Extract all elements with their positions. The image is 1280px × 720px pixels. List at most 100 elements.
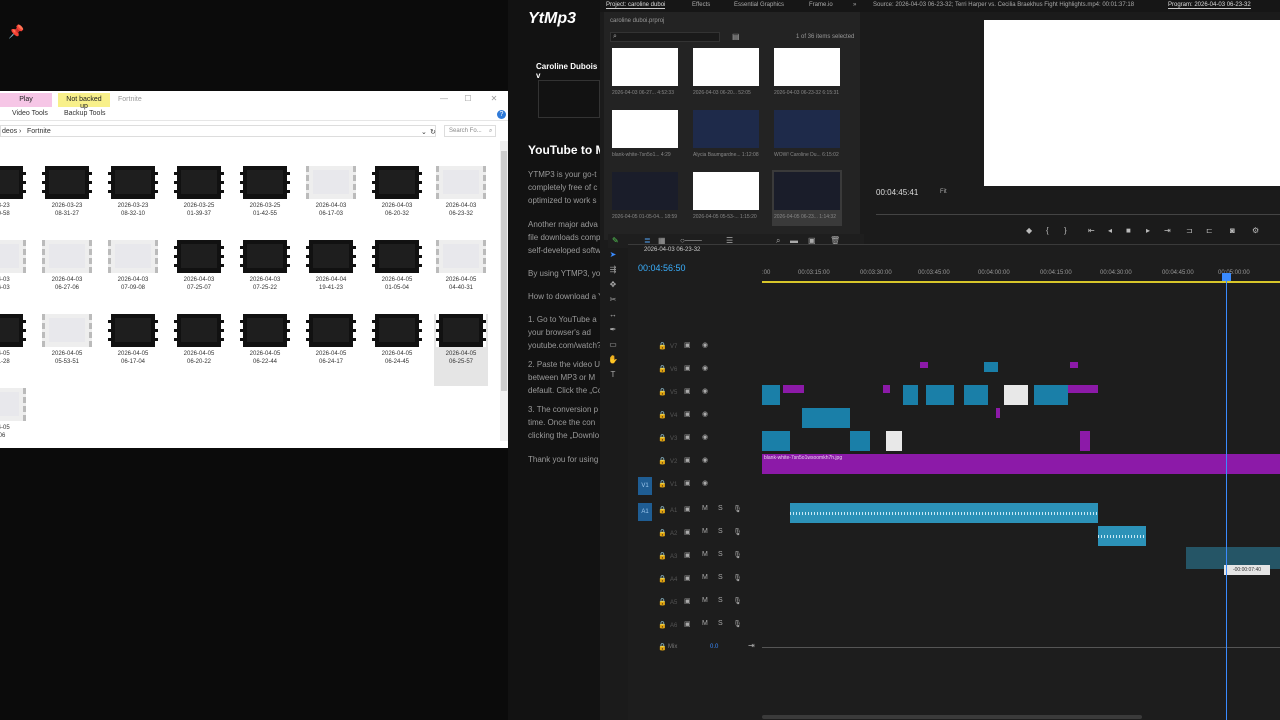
mute-button[interactable]: M [702, 505, 708, 512]
tab-frame-io[interactable]: Frame.io [809, 2, 833, 8]
file-tile[interactable]: 2026-04-05 06-24-45 [370, 314, 424, 386]
lock-icon[interactable]: 🔒 [658, 411, 667, 419]
file-tile[interactable]: 2026-04-04 19-41-23 [304, 240, 358, 312]
camera-icon[interactable]: ◙ [1230, 226, 1235, 235]
solo-button[interactable]: S [718, 551, 723, 558]
sync-lock-icon[interactable]: ▣ [684, 551, 691, 559]
video-clip[interactable]: blank-white-7sn5o1wsoomkh7h.jpg [762, 454, 1280, 474]
timeline-timecode[interactable]: 00:04:56:50 [638, 263, 686, 273]
sync-lock-icon[interactable]: ▣ [684, 505, 691, 513]
video-clip[interactable] [926, 385, 954, 405]
audio-clip[interactable] [1098, 526, 1146, 546]
video-clip[interactable] [903, 385, 918, 405]
sequence-name[interactable]: 2026-04-03 06-23-32 [644, 247, 700, 253]
file-tile[interactable]: 2026-04-03 06-20-32 [370, 166, 424, 238]
project-item[interactable]: 2026-04-05 05-53-... 1:15:20 [691, 170, 761, 226]
lock-icon[interactable]: 🔒 [658, 457, 667, 465]
sync-lock-icon[interactable]: ▣ [684, 410, 691, 418]
video-clip[interactable] [762, 385, 780, 405]
mute-button[interactable]: M [702, 597, 708, 604]
file-tile[interactable]: 2026-04-05 01-05-04 [370, 240, 424, 312]
play-context-tab[interactable]: Play [0, 93, 52, 107]
eye-icon[interactable]: ◉ [702, 387, 708, 395]
lock-icon[interactable]: 🔒 [658, 342, 667, 350]
go-to-end-icon[interactable]: ⇥ [748, 641, 755, 650]
file-tile[interactable]: 2026-04-05 04-40-31 [434, 240, 488, 312]
file-tile[interactable]: 2026-04-05 06-24-17 [304, 314, 358, 386]
file-tile[interactable]: -04-05 -41-28 [0, 314, 28, 386]
program-scrubber[interactable] [876, 214, 1280, 215]
lock-icon[interactable]: 🔒 [658, 575, 667, 583]
mute-button[interactable]: M [702, 528, 708, 535]
project-item[interactable]: 2026-04-05 01-05-04... 18:59 [610, 170, 680, 226]
pen-tool-icon[interactable]: ✒ [606, 325, 620, 340]
hand-tool-icon[interactable]: ✋ [606, 355, 620, 370]
file-tile[interactable]: 2026-04-05 06-17-04 [106, 314, 160, 386]
sync-lock-icon[interactable]: ▣ [684, 574, 691, 582]
stop-icon[interactable]: ■ [1126, 226, 1131, 235]
timeline-scrollbar[interactable] [762, 715, 1142, 719]
sync-lock-icon[interactable]: ▣ [684, 341, 691, 349]
lock-icon[interactable]: 🔒 [658, 506, 667, 514]
chevron-down-icon[interactable]: ⌄ [421, 128, 427, 136]
close-icon[interactable]: ✕ [488, 94, 500, 104]
vertical-scrollbar[interactable] [500, 141, 508, 441]
step-forward-icon[interactable]: ▸ [1146, 226, 1150, 235]
file-tile[interactable]: 2026-04-05 06-20-22 [172, 314, 226, 386]
lock-icon[interactable]: 🔒 [658, 388, 667, 396]
rectangle-tool-icon[interactable]: ▭ [606, 340, 620, 355]
tab-effects[interactable]: Effects [692, 2, 710, 8]
file-tile[interactable]: 2026-04-03 06-17-03 [304, 166, 358, 238]
file-tile[interactable]: 2026-04-03 07-25-22 [238, 240, 292, 312]
tab-source[interactable]: Source: 2026-04-03 06-23-32; Terri Harpe… [873, 2, 1134, 8]
microphone-icon[interactable]: 🎙 [733, 505, 742, 513]
video-clip[interactable] [1068, 385, 1098, 393]
solo-button[interactable]: S [718, 505, 723, 512]
solo-button[interactable]: S [718, 574, 723, 581]
video-clip[interactable] [1070, 362, 1078, 368]
breadcrumb-current[interactable]: Fortnite [27, 128, 51, 135]
lock-icon[interactable]: 🔒 [658, 480, 667, 488]
video-clip[interactable] [886, 431, 902, 451]
tab-backup-tools[interactable]: Backup Tools [64, 110, 106, 117]
project-item[interactable]: WOW! Caroline Du... 6:15:02 [772, 108, 842, 164]
source-patch-v1[interactable]: V1 [638, 477, 652, 495]
lock-icon[interactable]: 🔒 [658, 598, 667, 606]
solo-button[interactable]: S [718, 597, 723, 604]
go-to-out-icon[interactable]: ⇥ [1164, 226, 1171, 235]
project-item[interactable]: 2026-04-03 06-23-32 6:15:31 [772, 46, 842, 102]
go-to-in-icon[interactable]: ⇤ [1088, 226, 1095, 235]
sync-lock-icon[interactable]: ▣ [684, 528, 691, 536]
file-tile[interactable]: -04-03 -26-03 [0, 240, 28, 312]
file-tile[interactable]: 2026-03-25 01-39-37 [172, 166, 226, 238]
eye-icon[interactable]: ◉ [702, 433, 708, 441]
tab-essential-graphics[interactable]: Essential Graphics [734, 2, 784, 8]
breadcrumb-parent[interactable]: deos [2, 128, 17, 135]
mute-button[interactable]: M [702, 574, 708, 581]
help-icon[interactable]: ? [497, 110, 506, 119]
video-clip[interactable] [1080, 431, 1090, 451]
sync-lock-icon[interactable]: ▣ [684, 456, 691, 464]
backup-context-tab[interactable]: Not backed up [58, 93, 110, 110]
file-tile[interactable]: 2026-03-23 08-32-10 [106, 166, 160, 238]
eye-icon[interactable]: ◉ [702, 479, 708, 487]
microphone-icon[interactable]: 🎙 [733, 528, 742, 536]
video-clip[interactable] [783, 385, 804, 393]
minimize-icon[interactable]: — [438, 94, 450, 104]
sync-lock-icon[interactable]: ▣ [684, 364, 691, 372]
tab-project[interactable]: Project: caroline duboi [606, 2, 666, 9]
playhead[interactable] [1226, 273, 1227, 720]
video-clip[interactable] [920, 362, 928, 368]
pin-icon[interactable]: 📌 [8, 24, 24, 40]
eye-icon[interactable]: ◉ [702, 341, 708, 349]
project-item[interactable]: blank-white-7sn5o1... 4:29 [610, 108, 680, 164]
pencil-icon[interactable]: ✎ [612, 236, 619, 245]
mute-button[interactable]: M [702, 620, 708, 627]
extract-icon[interactable]: ⊏ [1206, 226, 1213, 235]
maximize-icon[interactable]: ☐ [462, 94, 474, 104]
eye-icon[interactable]: ◉ [702, 364, 708, 372]
file-tile[interactable]: 2026-04-03 06-23-32 [434, 166, 488, 238]
lock-icon[interactable]: 🔒 [658, 643, 667, 651]
project-item[interactable]: 2026-04-03 06-20... 52:05 [691, 46, 761, 102]
step-back-icon[interactable]: ◂ [1108, 226, 1112, 235]
